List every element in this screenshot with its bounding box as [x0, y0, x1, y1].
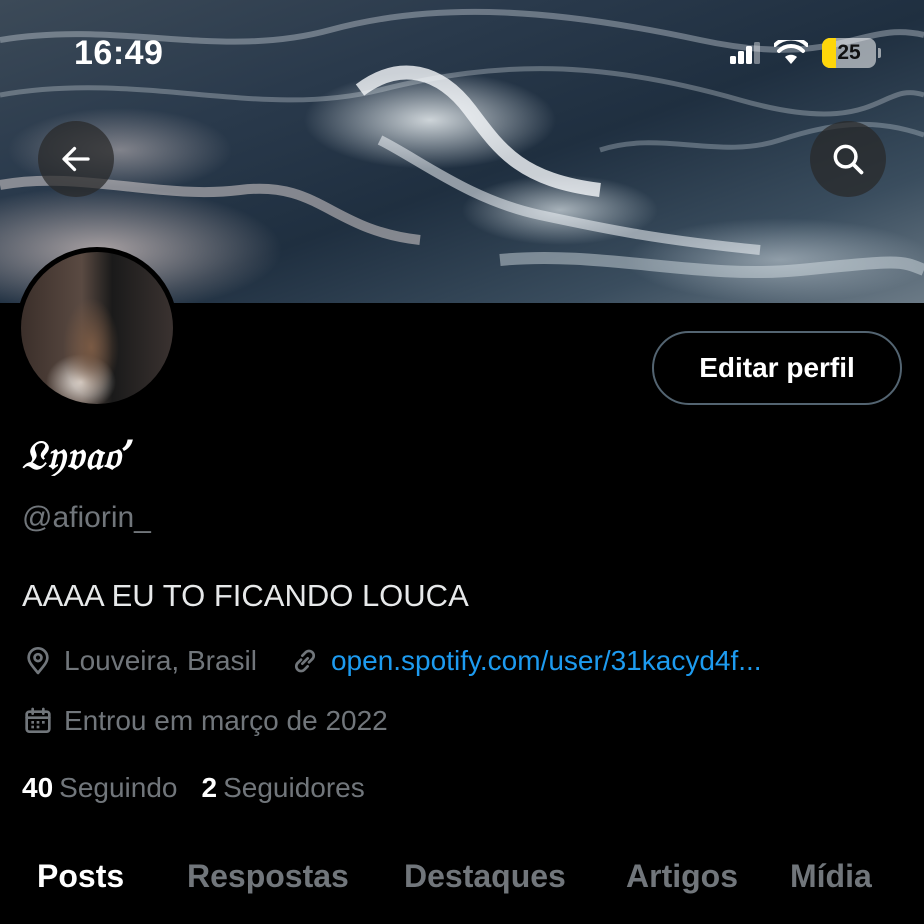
profile-tabs: Posts Respostas Destaques Artigos Mídia	[0, 858, 924, 904]
location-item: Louveira, Brasil	[22, 645, 257, 677]
arrow-left-icon	[62, 146, 90, 172]
joined-text: Entrou em março de 2022	[64, 705, 388, 736]
location-pin-icon	[27, 647, 49, 675]
battery-indicator: 25	[822, 38, 881, 68]
bio-text: AAAA EU TO FICANDO LOUCA	[22, 578, 469, 613]
cellular-signal-icon	[730, 42, 760, 64]
followers-stat[interactable]: 2 Seguidores	[202, 772, 365, 804]
followers-label: Seguidores	[223, 772, 365, 803]
status-icons: 25	[730, 38, 881, 68]
link-icon	[294, 649, 316, 673]
display-name: 𝔏𝔶𝔳𝔞𝔬’	[22, 432, 136, 479]
following-label: Seguindo	[59, 772, 178, 803]
website-link[interactable]: open.spotify.com/user/31kacyd4f...	[331, 645, 762, 677]
avatar[interactable]	[16, 247, 178, 409]
followers-count: 2	[201, 772, 218, 803]
search-button[interactable]	[810, 121, 886, 197]
tab-respostas[interactable]: Respostas	[187, 858, 349, 895]
battery-level: 25	[837, 41, 861, 64]
search-icon	[833, 144, 864, 175]
tab-artigos[interactable]: Artigos	[626, 858, 738, 895]
tab-posts[interactable]: Posts	[37, 858, 124, 895]
back-button[interactable]	[38, 121, 114, 197]
calendar-icon	[25, 707, 51, 733]
wifi-icon	[774, 40, 808, 64]
user-handle: @afiorin_	[22, 501, 151, 534]
tab-midia[interactable]: Mídia	[790, 858, 872, 895]
follow-stats: 40 Seguindo 2 Seguidores	[22, 772, 365, 804]
tab-destaques[interactable]: Destaques	[404, 858, 566, 895]
edit-profile-button[interactable]: Editar perfil	[652, 331, 902, 405]
joined-row: Entrou em março de 2022	[22, 705, 388, 737]
status-time: 16:49	[74, 34, 164, 72]
location-text: Louveira, Brasil	[64, 645, 257, 676]
following-stat[interactable]: 40 Seguindo	[22, 772, 178, 804]
profile-meta-row: Louveira, Brasil open.spotify.com/user/3…	[22, 645, 762, 677]
following-count: 40	[22, 772, 54, 803]
website-item[interactable]: open.spotify.com/user/31kacyd4f...	[289, 645, 762, 677]
profile-page: 16:49 25 Editar perfil 𝔏𝔶𝔳𝔞𝔬’ @afiorin_ …	[0, 0, 924, 924]
joined-item: Entrou em março de 2022	[22, 705, 388, 737]
